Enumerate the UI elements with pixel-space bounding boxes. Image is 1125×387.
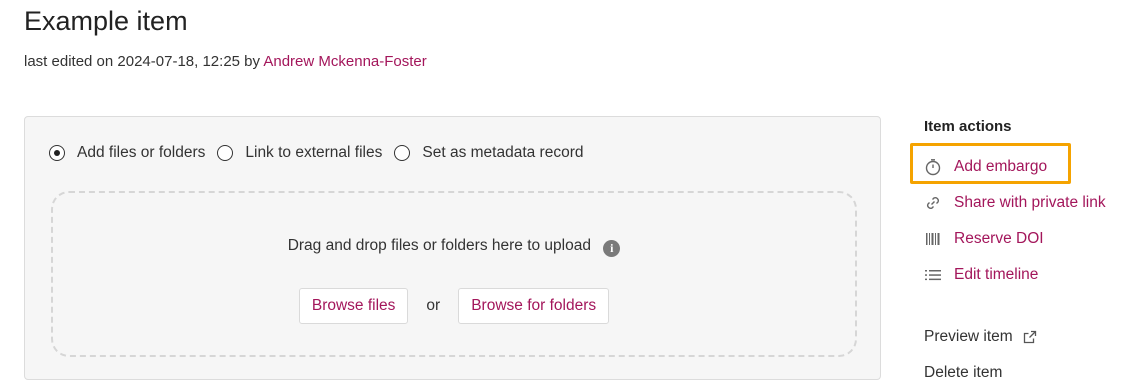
- browse-buttons: Browse files or Browse for folders: [53, 288, 855, 324]
- reserve-doi-action[interactable]: Reserve DOI: [924, 221, 1124, 257]
- item-actions-title: Item actions: [924, 118, 1012, 135]
- action-label: Reserve DOI: [954, 230, 1044, 247]
- action-label: Add embargo: [954, 158, 1048, 175]
- or-separator: or: [426, 297, 441, 314]
- file-dropzone[interactable]: Drag and drop files or folders here to u…: [51, 191, 857, 357]
- radio-metadata-record[interactable]: [394, 145, 411, 161]
- barcode-icon: [924, 230, 942, 248]
- preview-item-link[interactable]: Preview item: [924, 328, 1037, 346]
- page-title: Example item: [24, 6, 188, 36]
- share-private-link-action[interactable]: Share with private link: [924, 185, 1124, 221]
- delete-item-link[interactable]: Delete item: [924, 364, 1002, 382]
- list-icon: [924, 266, 942, 284]
- option-label: Add files or folders: [77, 144, 206, 161]
- radio-link-external[interactable]: [217, 145, 234, 161]
- upload-mode-options: Add files or folders Link to external fi…: [49, 144, 596, 162]
- option-add-files[interactable]: Add files or folders: [49, 144, 205, 162]
- link-icon: [924, 194, 942, 212]
- option-label: Link to external files: [245, 144, 383, 161]
- browse-files-button[interactable]: Browse files: [298, 288, 409, 324]
- stopwatch-icon: [924, 158, 942, 176]
- preview-item-label: Preview item: [924, 328, 1013, 345]
- dropzone-text: Drag and drop files or folders here to u…: [287, 237, 591, 254]
- radio-add-files[interactable]: [49, 145, 65, 161]
- info-icon[interactable]: i: [603, 240, 621, 257]
- delete-item-label: Delete item: [924, 364, 1003, 381]
- action-label: Edit timeline: [954, 266, 1039, 283]
- edit-timeline-action[interactable]: Edit timeline: [924, 257, 1124, 293]
- browse-folders-button[interactable]: Browse for folders: [458, 288, 610, 324]
- editor-link[interactable]: Andrew Mckenna-Foster: [263, 53, 426, 70]
- external-link-icon: [1023, 330, 1037, 344]
- action-label: Share with private link: [954, 194, 1106, 211]
- item-actions-panel: Item actions Add embargo Share with priv…: [924, 118, 1124, 293]
- last-edited-info: last edited on 2024-07-18, 12:25 by Andr…: [24, 53, 427, 70]
- dropzone-instructions: Drag and drop files or folders here to u…: [53, 237, 855, 257]
- option-metadata-record[interactable]: Set as metadata record: [394, 144, 584, 162]
- add-embargo-action[interactable]: Add embargo: [924, 149, 1124, 185]
- option-label: Set as metadata record: [422, 144, 584, 161]
- last-edited-text: last edited on 2024-07-18, 12:25 by: [24, 53, 261, 70]
- upload-panel: Add files or folders Link to external fi…: [24, 116, 881, 380]
- option-link-external[interactable]: Link to external files: [217, 144, 382, 162]
